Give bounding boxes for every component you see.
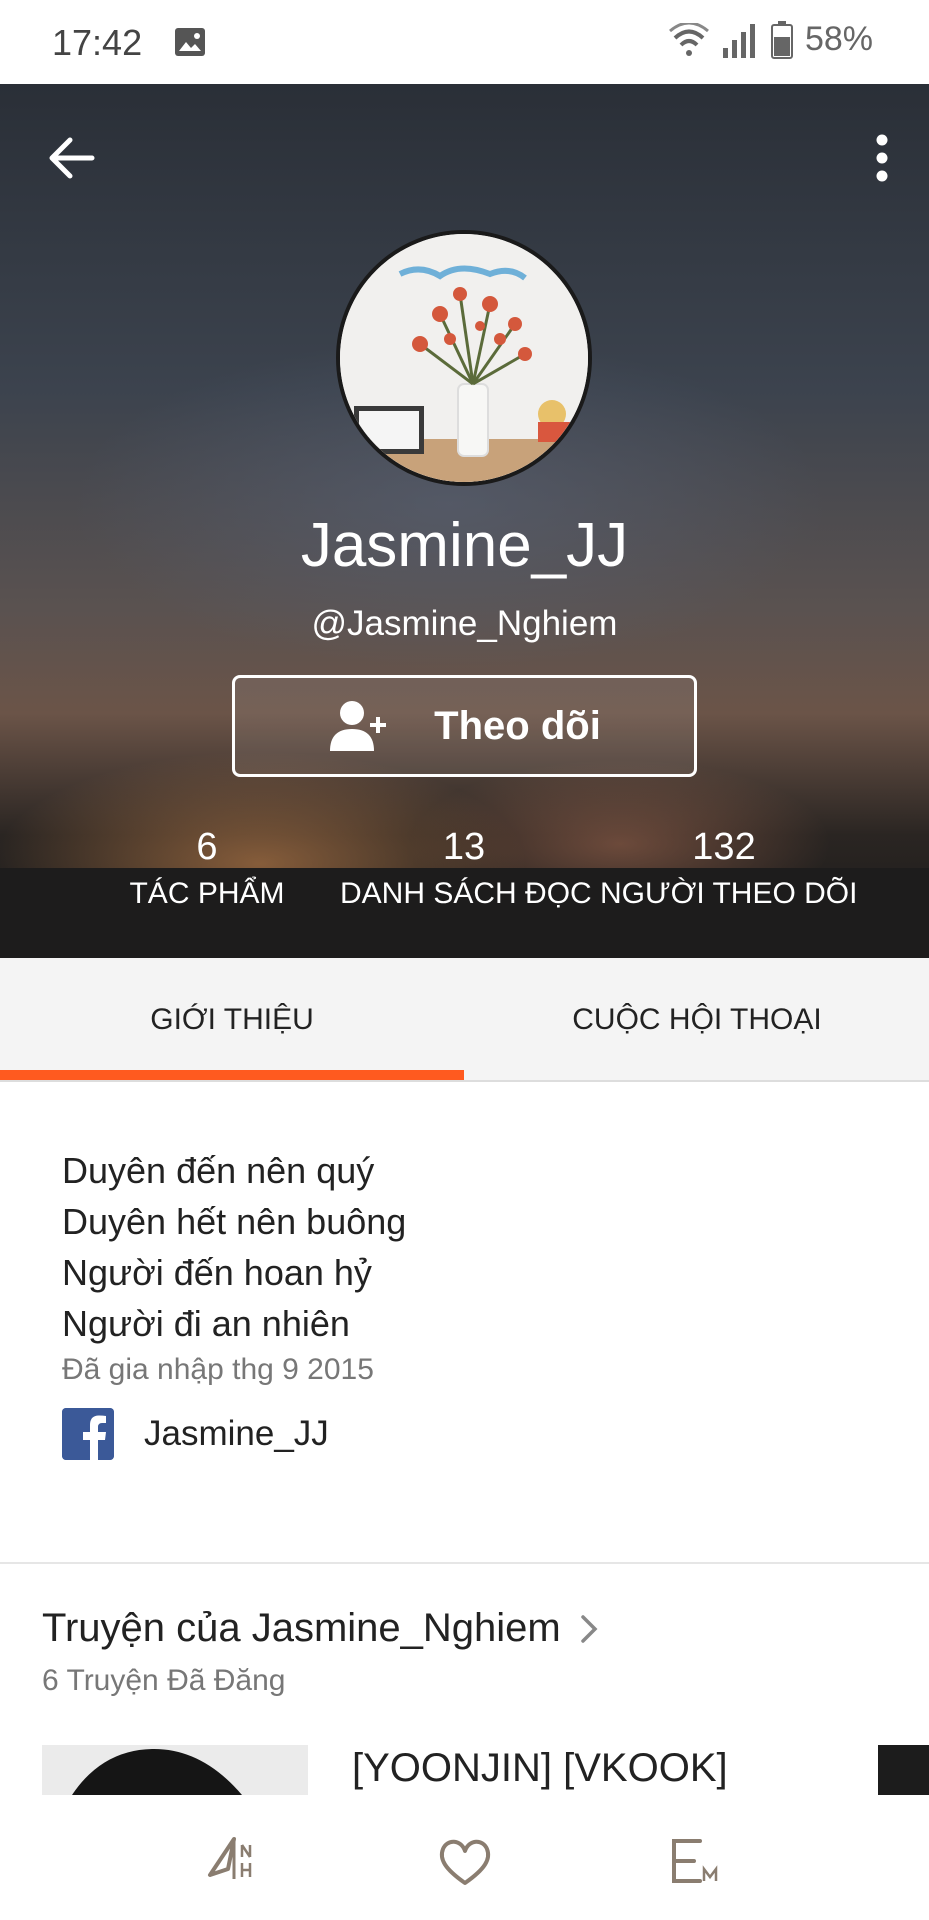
battery-percent: 58% xyxy=(804,20,873,58)
bio-line: Duyên đến nên quý xyxy=(62,1150,375,1191)
status-bar: 17:42 58% xyxy=(0,0,929,84)
stat-label: TÁC PHẨM xyxy=(129,877,285,910)
display-name: Jasmine_JJ xyxy=(300,511,629,580)
stat-value: 6 xyxy=(196,826,218,868)
battery-icon xyxy=(770,20,793,59)
image-icon xyxy=(175,28,205,56)
status-icons: 58% xyxy=(668,20,873,59)
bio-line: Người đi an nhiên xyxy=(62,1303,350,1344)
chevron-right-icon xyxy=(581,1614,598,1643)
stories-header[interactable]: Truyện của Jasmine_Nghiem xyxy=(42,1606,599,1651)
nav-home-icon[interactable] xyxy=(204,1831,264,1891)
stat-followers[interactable]: 132 NGƯỜI THEO DÕI xyxy=(600,826,858,911)
bio-line: Người đến hoan hỷ xyxy=(62,1252,372,1293)
story-cover[interactable] xyxy=(42,1745,308,1795)
nav-heart-icon[interactable] xyxy=(435,1831,495,1891)
stat-label: NGƯỜI THEO DÕI xyxy=(600,877,858,910)
tab-about[interactable]: GIỚI THIỆU xyxy=(0,958,464,1082)
story-title[interactable]: [YOONJIN] [VKOOK] xyxy=(352,1746,728,1796)
follow-button[interactable]: Theo dõi xyxy=(232,675,697,777)
avatar[interactable] xyxy=(336,230,592,486)
joined-date: Đã gia nhập thg 9 2015 xyxy=(62,1353,374,1386)
stat-value: 132 xyxy=(692,826,756,868)
stories-title: Truyện của Jasmine_Nghiem xyxy=(42,1606,561,1650)
facebook-link[interactable]: Jasmine_JJ xyxy=(62,1408,329,1460)
facebook-name: Jasmine_JJ xyxy=(144,1414,329,1453)
story-cover-image xyxy=(42,1745,308,1795)
next-story-cover[interactable] xyxy=(878,1745,929,1795)
bottom-nav xyxy=(0,1795,929,1920)
profile-header: Jasmine_JJ @Jasmine_Nghiem Theo dõi 6 TÁ… xyxy=(0,84,929,958)
stat-reading-lists[interactable]: 13 DANH SÁCH ĐỌC xyxy=(340,826,592,911)
profile-tabs: GIỚI THIỆU CUỘC HỘI THOẠI xyxy=(0,958,929,1082)
tab-conversations[interactable]: CUỘC HỘI THOẠI xyxy=(465,958,929,1082)
facebook-icon xyxy=(62,1408,114,1460)
more-options-icon[interactable] xyxy=(857,128,907,188)
active-tab-indicator xyxy=(0,1070,464,1080)
stories-count: 6 Truyện Đã Đăng xyxy=(42,1664,286,1697)
wifi-icon xyxy=(668,22,709,56)
follow-label: Theo dõi xyxy=(434,703,601,748)
nav-profile-icon[interactable] xyxy=(666,1831,726,1891)
stat-value: 13 xyxy=(442,826,486,868)
about-section: Duyên đến nên quý Duyên hết nên buông Ng… xyxy=(62,1145,882,1387)
username: @Jasmine_Nghiem xyxy=(311,604,618,643)
bio-line: Duyên hết nên buông xyxy=(62,1201,407,1242)
back-arrow-icon[interactable] xyxy=(44,130,100,186)
signal-icon xyxy=(722,23,755,58)
status-time: 17:42 xyxy=(52,22,143,63)
stat-label: DANH SÁCH ĐỌC xyxy=(340,877,592,910)
add-user-icon xyxy=(330,701,387,751)
stat-works[interactable]: 6 TÁC PHẨM xyxy=(120,826,294,911)
avatar-photo xyxy=(340,234,588,482)
section-divider xyxy=(0,1562,929,1564)
